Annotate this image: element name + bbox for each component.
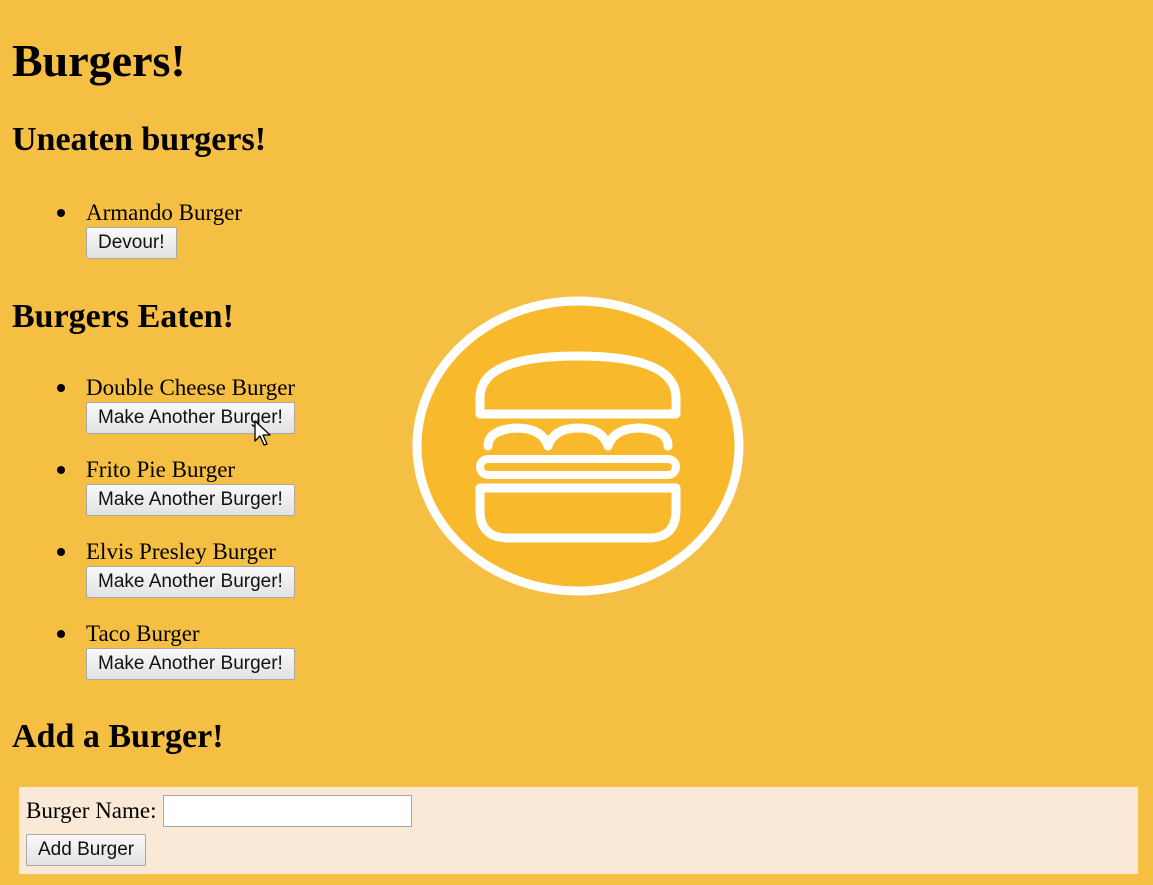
bullet-icon — [57, 630, 65, 638]
bullet-icon — [57, 548, 65, 556]
add-burger-button[interactable]: Add Burger — [26, 834, 147, 866]
burger-name: Armando Burger — [86, 200, 243, 225]
bullet-icon — [57, 209, 65, 217]
make-another-button[interactable]: Make Another Burger! — [86, 484, 295, 516]
burger-name-input[interactable] — [162, 795, 412, 827]
make-another-button[interactable]: Make Another Burger! — [86, 566, 295, 598]
devour-button[interactable]: Devour! — [86, 227, 177, 259]
uneaten-list: Armando Burger Devour! — [12, 199, 242, 281]
list-item: Elvis Presley Burger Make Another Burger… — [12, 538, 295, 620]
mouse-pointer-icon — [254, 420, 271, 446]
add-burger-heading: Add a Burger! — [12, 718, 224, 755]
bullet-icon — [57, 466, 65, 474]
burger-logo-icon — [412, 296, 744, 596]
burger-name-label: Burger Name: — [26, 798, 157, 823]
make-another-button[interactable]: Make Another Burger! — [86, 648, 295, 680]
list-item: Armando Burger Devour! — [12, 199, 242, 281]
uneaten-heading: Uneaten burgers! — [12, 121, 267, 158]
burger-name-row: Burger Name: — [26, 795, 412, 827]
burger-name: Elvis Presley Burger — [86, 539, 276, 564]
burger-name: Frito Pie Burger — [86, 457, 236, 482]
bullet-icon — [57, 384, 65, 392]
page-title: Burgers! — [12, 35, 186, 86]
burger-name: Double Cheese Burger — [86, 375, 296, 400]
burger-name: Taco Burger — [86, 621, 200, 646]
list-item: Taco Burger Make Another Burger! — [12, 620, 295, 702]
eaten-heading: Burgers Eaten! — [12, 298, 234, 335]
add-burger-form: Burger Name: Add Burger — [19, 787, 1138, 874]
list-item: Frito Pie Burger Make Another Burger! — [12, 456, 295, 538]
